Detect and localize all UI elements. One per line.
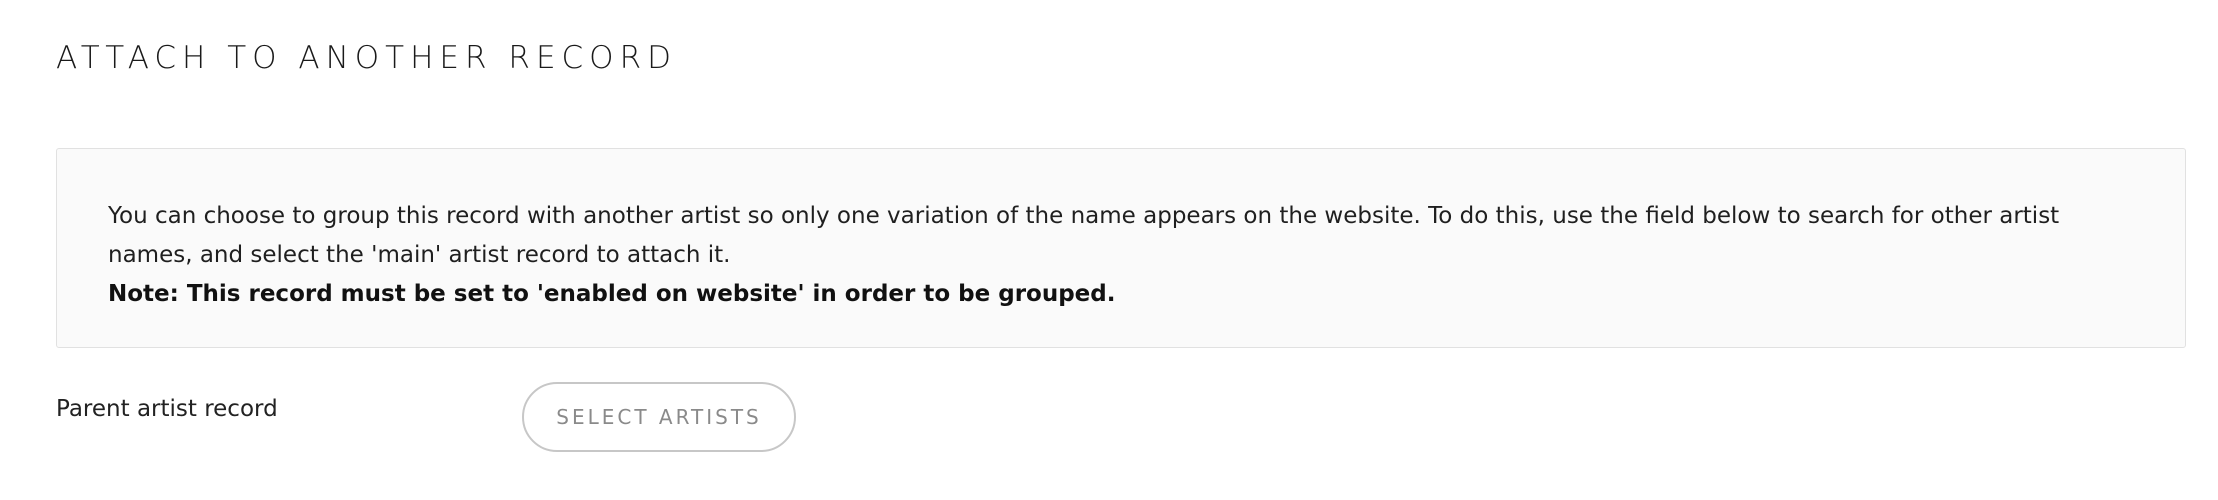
- select-artists-button[interactable]: SELECT ARTISTS: [522, 382, 796, 452]
- info-box: You can choose to group this record with…: [56, 148, 2186, 348]
- parent-artist-field-row: Parent artist record SELECT ARTISTS: [56, 382, 1256, 452]
- info-note: Note: This record must be set to 'enable…: [108, 281, 1116, 307]
- section-title: ATTACH TO ANOTHER RECORD: [56, 40, 677, 76]
- info-description: You can choose to group this record with…: [108, 203, 2060, 268]
- parent-artist-label: Parent artist record: [56, 396, 278, 422]
